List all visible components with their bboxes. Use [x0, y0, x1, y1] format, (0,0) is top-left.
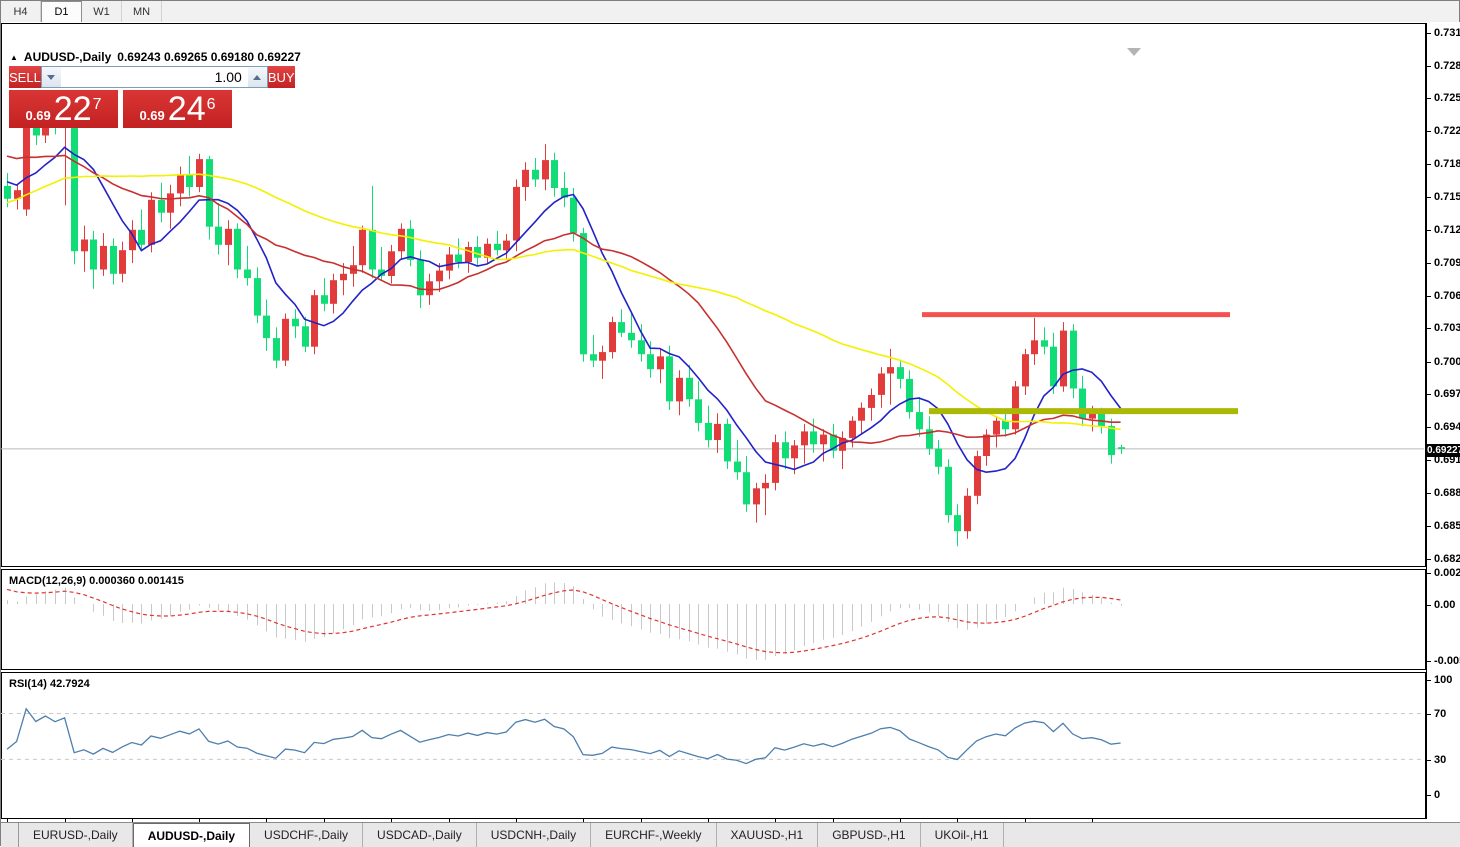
axis-tick — [1427, 362, 1431, 363]
ohlc-values: 0.69243 0.69265 0.69180 0.69227 — [117, 50, 301, 64]
price-axis-label: 0.72505 — [1434, 92, 1460, 104]
volume-stepper — [40, 66, 268, 88]
timeframe-button-w1[interactable]: W1 — [82, 1, 122, 22]
sell-price-pips: 22 — [53, 90, 92, 128]
rsi-axis-label: 30 — [1434, 754, 1447, 766]
symbol-marker-icon: ▲ — [10, 52, 18, 62]
axis-tick — [1427, 98, 1431, 99]
rsi-axis-label: 70 — [1434, 708, 1447, 720]
buy-price-point: 6 — [206, 96, 216, 113]
macd-pane-canvas[interactable] — [1, 570, 1424, 669]
symbol-tab-bar: EURUSD-,Daily AUDUSD-,Daily USDCHF-,Daily U… — [1, 822, 1460, 847]
chart-region: MACD(12,26,9) 0.000360 0.001415 RSI(14) … — [1, 22, 1460, 842]
price-axis-label: 0.71890 — [1434, 158, 1460, 170]
price-axis[interactable]: 0.69227 0.73115 0.72810 0.72505 0.72200 0.71… — [1426, 23, 1460, 819]
axis-tick — [1427, 760, 1431, 761]
tab-eurusd-daily[interactable]: EURUSD-,Daily — [19, 823, 133, 847]
tab-gbpusd-h1[interactable]: GBPUSD-,H1 — [818, 823, 921, 847]
macd-name: MACD(12,26,9) — [9, 575, 87, 587]
price-axis-label: 0.69745 — [1434, 388, 1460, 400]
sell-button[interactable]: SELL — [9, 66, 41, 88]
price-axis-label: 0.72200 — [1434, 125, 1460, 137]
price-axis-label: 0.71585 — [1434, 191, 1460, 203]
tab-usdchf-daily[interactable]: USDCHF-,Daily — [250, 823, 364, 847]
current-price-badge: 0.69227 — [1427, 444, 1460, 457]
axis-tick — [1427, 197, 1431, 198]
price-axis-label: 0.70360 — [1434, 322, 1460, 334]
tab-xauusd-h1[interactable]: XAUUSD-,H1 — [717, 823, 819, 847]
price-axis-label: 0.68520 — [1434, 520, 1460, 532]
sell-price-prefix: 0.69 — [25, 108, 51, 123]
macd-axis-label: -0.00525 — [1434, 655, 1460, 667]
price-axis-label: 0.70050 — [1434, 356, 1460, 368]
chevron-up-icon — [253, 74, 262, 80]
volume-increase-button[interactable] — [247, 67, 267, 87]
rsi-indicator-label: RSI(14) 42.7924 — [9, 678, 90, 690]
axis-tick — [1427, 164, 1431, 165]
macd-axis-label: 0.002984 — [1434, 567, 1460, 579]
tab-bar-spacer — [1, 823, 19, 847]
axis-tick — [1427, 526, 1431, 527]
buy-button[interactable]: BUY — [267, 66, 295, 88]
buy-price-pips: 24 — [167, 90, 206, 128]
axis-tick — [1427, 230, 1431, 231]
tab-ukoil-h1[interactable]: UKOil-,H1 — [921, 823, 1004, 847]
scroll-to-end-icon[interactable] — [1127, 48, 1141, 56]
chevron-down-icon — [47, 74, 56, 80]
tab-audusd-daily[interactable]: AUDUSD-,Daily — [132, 823, 251, 847]
price-axis-label: 0.69440 — [1434, 421, 1460, 433]
price-axis-label: 0.68210 — [1434, 553, 1460, 565]
timeframe-button-d1[interactable]: D1 — [41, 1, 82, 22]
axis-tick — [1427, 427, 1431, 428]
axis-tick — [1427, 493, 1431, 494]
sell-price-point: 7 — [92, 96, 102, 113]
buy-price-box[interactable]: 0.69 24 6 — [123, 90, 232, 128]
macd-indicator-label: MACD(12,26,9) 0.000360 0.001415 — [9, 575, 184, 587]
price-axis-label: 0.71280 — [1434, 224, 1460, 236]
axis-tick — [1427, 573, 1431, 574]
axis-tick — [1427, 714, 1431, 715]
macd-values: 0.000360 0.001415 — [89, 575, 184, 587]
axis-tick — [1427, 680, 1431, 681]
axis-tick — [1427, 605, 1431, 606]
price-axis-label: 0.73115 — [1434, 27, 1460, 39]
rsi-name: RSI(14) — [9, 678, 47, 690]
axis-tick — [1427, 66, 1431, 67]
axis-tick — [1427, 131, 1431, 132]
buy-price-prefix: 0.69 — [139, 108, 165, 123]
price-axis-label: 0.70665 — [1434, 290, 1460, 302]
timeframe-toolbar: H4 D1 W1 MN — [1, 1, 1459, 23]
macd-axis-label: 0.00 — [1434, 599, 1456, 611]
one-click-trade-panel: SELL BUY 0.69 22 7 0.69 24 6 — [9, 66, 295, 128]
volume-input[interactable] — [60, 67, 248, 87]
trading-platform-window: H4 D1 W1 MN MACD(12,26,9) 0.000360 0.001415… — [0, 0, 1460, 847]
rsi-pane-canvas[interactable] — [1, 673, 1424, 798]
rsi-value: 42.7924 — [49, 678, 90, 690]
chart-title: ▲ AUDUSD-,Daily 0.69243 0.69265 0.69180 … — [10, 50, 301, 64]
symbol-period-label: AUDUSD-,Daily — [23, 50, 112, 64]
timeframe-button-mn[interactable]: MN — [122, 1, 162, 22]
axis-tick — [1427, 394, 1431, 395]
tab-usdcnh-daily[interactable]: USDCNH-,Daily — [477, 823, 592, 847]
volume-decrease-button[interactable] — [41, 67, 61, 87]
axis-tick — [1427, 263, 1431, 264]
axis-tick — [1427, 328, 1431, 329]
rsi-axis-label: 0 — [1434, 789, 1441, 801]
price-axis-label: 0.72810 — [1434, 60, 1460, 72]
tab-usdcad-daily[interactable]: USDCAD-,Daily — [363, 823, 477, 847]
timeframe-button-h4[interactable]: H4 — [1, 1, 41, 22]
axis-tick — [1427, 559, 1431, 560]
axis-tick — [1427, 460, 1431, 461]
axis-tick — [1427, 296, 1431, 297]
price-axis-label: 0.68825 — [1434, 487, 1460, 499]
sell-price-box[interactable]: 0.69 22 7 — [9, 90, 118, 128]
axis-tick — [1427, 33, 1431, 34]
price-axis-label: 0.70970 — [1434, 257, 1460, 269]
axis-tick — [1427, 795, 1431, 796]
rsi-axis-label: 100 — [1434, 674, 1453, 686]
tab-eurchf-weekly[interactable]: EURCHF-,Weekly — [591, 823, 717, 847]
axis-tick — [1427, 661, 1431, 662]
